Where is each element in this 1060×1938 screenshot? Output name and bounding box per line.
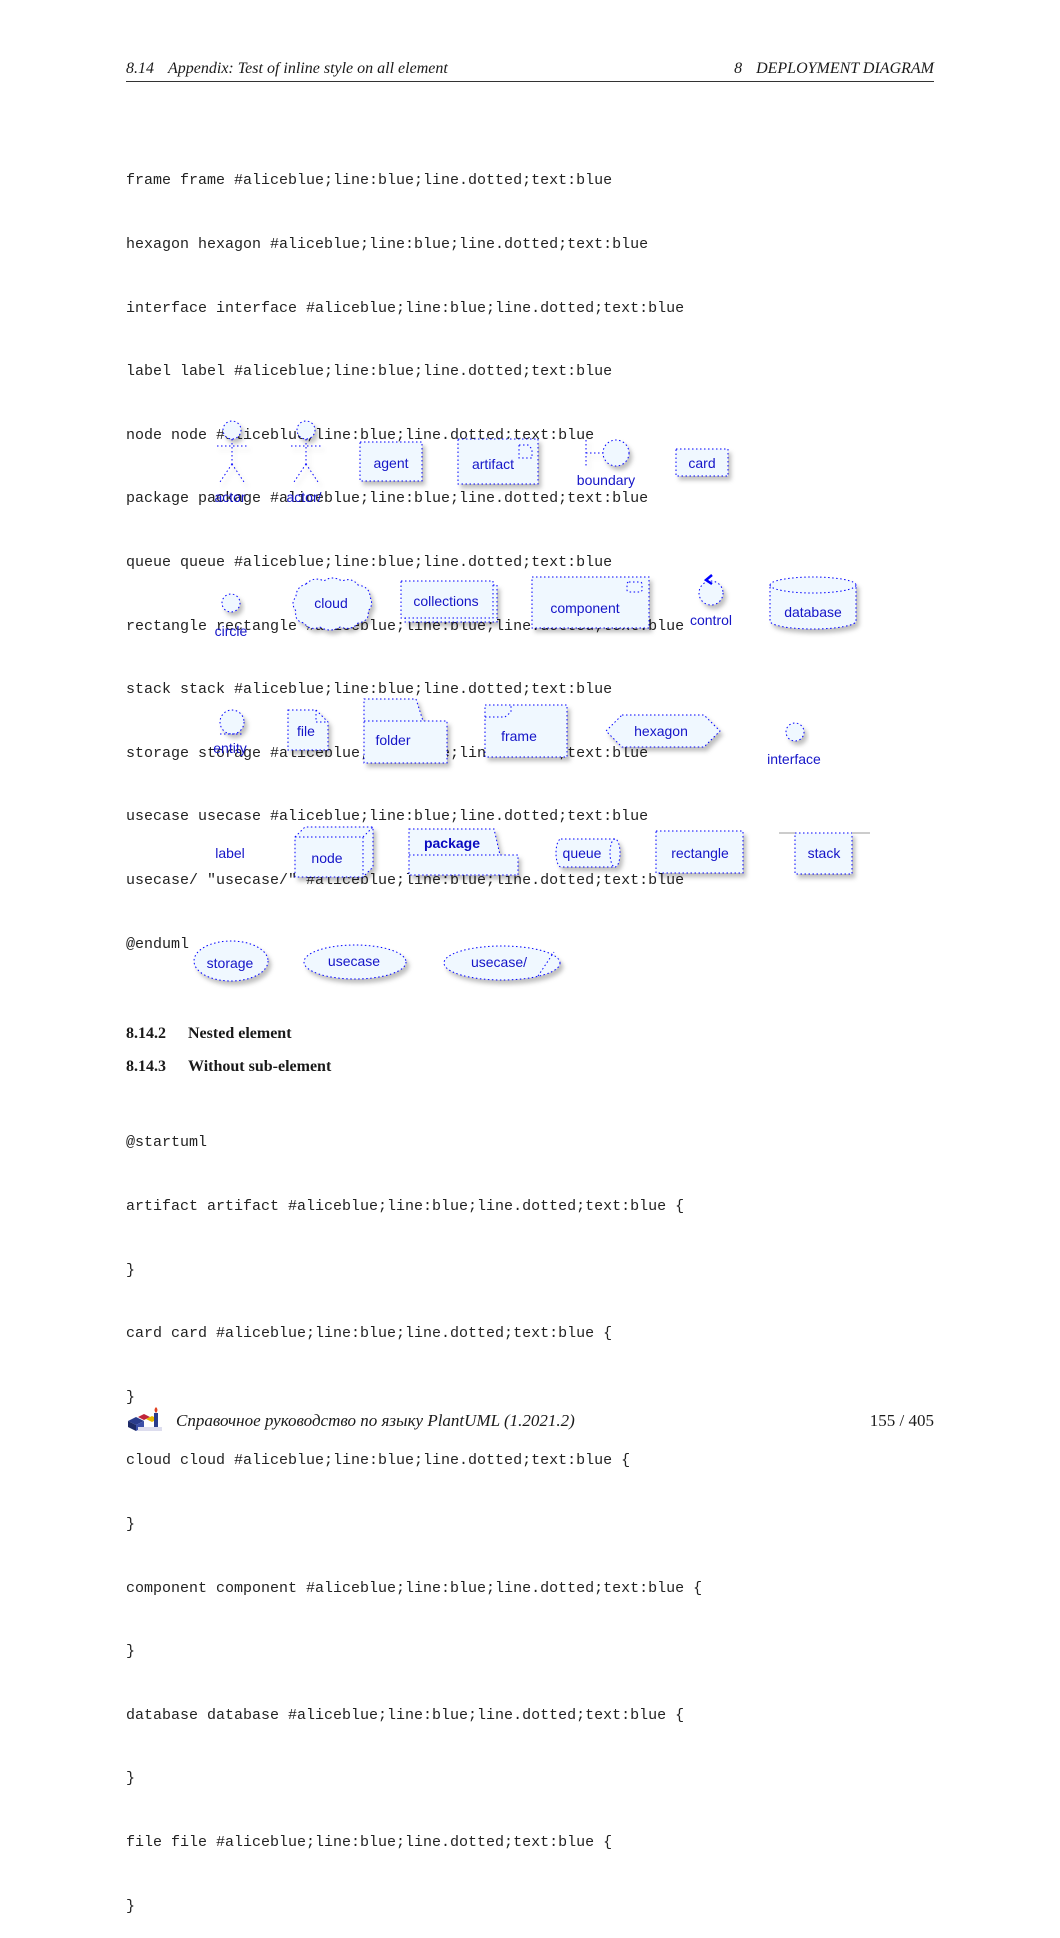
page-footer: Справочное руководство по языку PlantUML…: [126, 1405, 934, 1435]
boundary-label: boundary: [577, 472, 635, 488]
code-line: cloud cloud #aliceblue;line:blue;line.do…: [126, 1452, 631, 1470]
stack-label: stack: [808, 845, 842, 861]
folder-label: folder: [375, 732, 410, 748]
component-label: component: [550, 600, 619, 616]
file-element: file: [287, 709, 329, 751]
code-line: frame frame #aliceblue;line:blue;line.do…: [126, 172, 613, 190]
package-element: package: [408, 828, 519, 876]
uml-diagram: actor actor/ agent artifact boundary car…: [193, 420, 870, 982]
frame-element: frame: [484, 704, 568, 758]
agent-element: agent: [359, 441, 423, 482]
interface-label: interface: [767, 751, 821, 767]
code-line: label label #aliceblue;line:blue;line.do…: [126, 363, 613, 381]
package-label: package: [424, 835, 480, 851]
artifact-element: artifact: [457, 438, 539, 485]
code-line: }: [126, 1643, 136, 1661]
code-line: @startuml: [126, 1134, 208, 1152]
collections-label: collections: [413, 593, 478, 609]
entity-icon: [219, 709, 245, 735]
component-element: component: [531, 576, 650, 629]
page-header: 8.14 Appendix: Test of inline style on al…: [126, 59, 934, 82]
running-section-title: 8.14 Appendix: Test of inline style on al…: [126, 60, 448, 77]
file-label: file: [297, 723, 315, 739]
database-label: database: [784, 604, 842, 620]
actor-element: actor: [214, 420, 247, 505]
storage-element: storage: [193, 940, 269, 982]
usecase-slash-element: usecase/: [443, 945, 561, 981]
label-element: label: [215, 845, 245, 861]
usecase-label: usecase: [328, 953, 380, 969]
node-label: node: [311, 850, 342, 866]
running-chapter-title: 8 DEPLOYMENT DIAGRAM: [734, 60, 934, 77]
page-number: 155 / 405: [869, 1411, 934, 1430]
actor-icon: [291, 420, 321, 483]
stack-element: stack: [779, 832, 870, 875]
card-label: card: [688, 455, 715, 471]
code-line: component component #aliceblue;line:blue…: [126, 1579, 703, 1597]
code-line: }: [126, 1897, 136, 1915]
database-element: database: [769, 576, 857, 630]
card-element: card: [675, 448, 729, 477]
interface-icon: [785, 722, 805, 742]
code-line: card card #aliceblue;line:blue;line.dott…: [126, 1325, 613, 1343]
cloud-element: cloud: [292, 577, 373, 631]
code-line: }: [126, 1770, 136, 1788]
queue-label: queue: [563, 845, 602, 861]
cloud-label: cloud: [314, 595, 347, 611]
artifact-label: artifact: [472, 456, 514, 472]
agent-label: agent: [373, 455, 408, 471]
code-line: interface interface #aliceblue;line:blue…: [126, 299, 685, 317]
section-heading-without-sub-element: 8.14.3 Without sub-element: [126, 1058, 332, 1075]
usecase-element: usecase: [303, 944, 407, 980]
boundary-icon: [585, 439, 630, 467]
hexagon-element: hexagon: [605, 714, 721, 748]
code-line: hexagon hexagon #aliceblue;line:blue;lin…: [126, 236, 649, 253]
code-line: }: [126, 1515, 136, 1533]
storage-label: storage: [207, 955, 254, 971]
control-element: control: [690, 574, 732, 628]
hexagon-label: hexagon: [634, 723, 688, 739]
code-line: artifact artifact #aliceblue;line:blue;l…: [126, 1198, 685, 1215]
section-heading-nested-element: 8.14.2 Nested element: [126, 1025, 292, 1042]
rectangle-element: rectangle: [655, 830, 744, 874]
entity-label: entity: [213, 740, 246, 756]
plantuml-logo-icon: [128, 1407, 162, 1431]
interface-element: interface: [767, 722, 821, 767]
control-label: control: [690, 612, 732, 628]
usecase-slash-label: usecase/: [471, 954, 527, 970]
boundary-element: boundary: [577, 439, 635, 488]
circle-element: circle: [215, 593, 248, 639]
footer-title: Справочное руководство по языку PlantUML…: [176, 1411, 575, 1430]
code-block-without-sub-element: @startuml artifact artifact #aliceblue;l…: [126, 1090, 702, 1938]
rectangle-label: rectangle: [671, 845, 729, 861]
actor-slash-label: actor/: [286, 489, 321, 505]
node-element: node: [294, 826, 374, 878]
circle-label: circle: [215, 623, 248, 639]
collections-element: collections: [400, 580, 498, 623]
code-line: file file #aliceblue;line:blue;line.dott…: [126, 1833, 613, 1851]
actor-icon: [217, 420, 247, 483]
actor-label: actor: [214, 489, 245, 505]
folder-element: folder: [363, 698, 448, 764]
label-label: label: [215, 845, 245, 861]
frame-label: frame: [501, 728, 537, 744]
actor-slash-element: actor/: [286, 420, 322, 505]
queue-element: queue: [555, 838, 621, 868]
entity-element: entity: [213, 709, 247, 756]
code-line: database database #aliceblue;line:blue;l…: [126, 1706, 685, 1724]
circle-icon: [221, 593, 241, 613]
code-line: }: [126, 1261, 136, 1279]
